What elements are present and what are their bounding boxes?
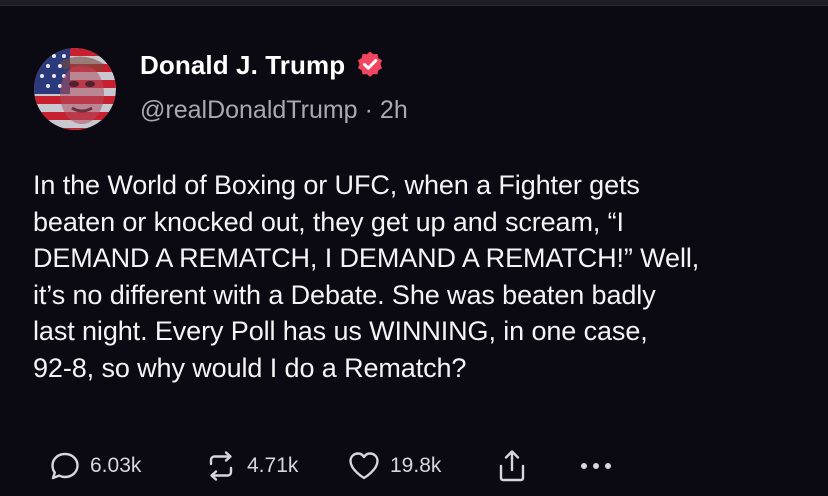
speech-bubble-icon (48, 449, 82, 483)
repost-arrows-icon (203, 449, 239, 483)
share-upload-icon (496, 448, 528, 484)
author-name-row: Donald J. Trump (140, 48, 385, 82)
post-card: Donald J. Trump @realDonaldTrump · 2h In t… (0, 6, 828, 496)
heart-icon (346, 449, 382, 483)
share-button[interactable] (496, 448, 578, 484)
author-name[interactable]: Donald J. Trump (140, 50, 345, 81)
action-bar: 6.03k 4.71k 19.8k (48, 449, 614, 483)
more-options-button[interactable] (578, 460, 614, 472)
post-timestamp[interactable]: 2h (380, 96, 408, 124)
verified-badge-icon (355, 50, 385, 80)
reply-count: 6.03k (90, 454, 142, 477)
repost-button[interactable]: 4.71k (203, 449, 346, 483)
time-separator: · (364, 96, 373, 124)
handle-row: @realDonaldTrump · 2h (140, 96, 408, 125)
avatar-flag-face-image (34, 48, 116, 130)
reply-button[interactable]: 6.03k (48, 449, 203, 483)
avatar[interactable] (34, 48, 116, 130)
repost-count: 4.71k (247, 454, 299, 477)
like-count: 19.8k (390, 454, 442, 477)
post-text: In the World of Boxing or UFC, when a Fi… (33, 170, 700, 383)
like-button[interactable]: 19.8k (346, 449, 496, 483)
author-handle[interactable]: @realDonaldTrump (140, 96, 358, 124)
more-dots-icon (578, 460, 614, 472)
